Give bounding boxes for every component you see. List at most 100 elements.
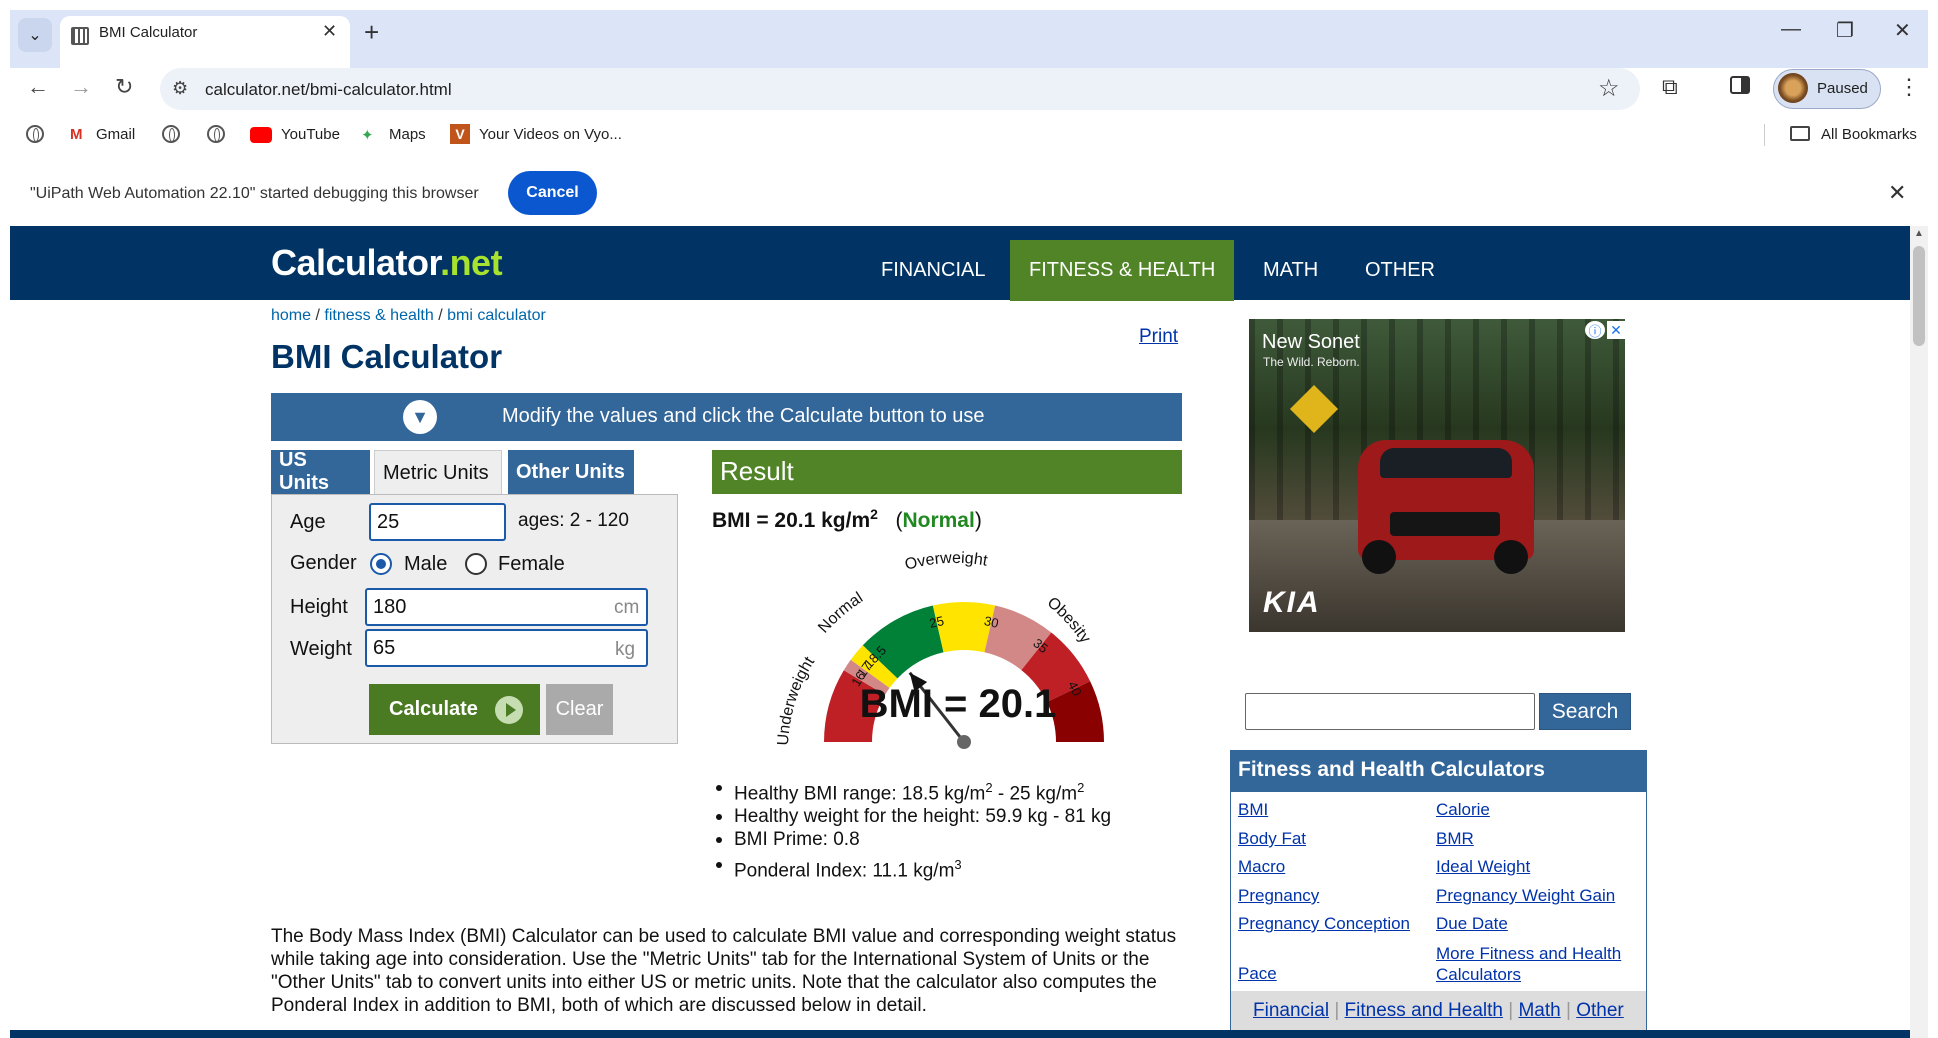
- ad-car-wheel: [1494, 540, 1528, 574]
- tab-us-units[interactable]: US Units: [271, 449, 370, 494]
- footer-link-financial[interactable]: Financial: [1253, 1000, 1329, 1021]
- scroll-up-arrow-icon[interactable]: ▲: [1914, 228, 1924, 239]
- cancel-debugging-button[interactable]: Cancel: [508, 171, 597, 215]
- gender-male-radio[interactable]: [370, 553, 392, 575]
- globe-icon[interactable]: [26, 125, 44, 143]
- breadcrumb-bmi[interactable]: bmi calculator: [447, 307, 546, 324]
- bmi-classification: Normal: [902, 509, 975, 532]
- link-macro[interactable]: Macro: [1238, 857, 1285, 877]
- healthy-range-text-2: - 25 kg/m: [992, 783, 1078, 805]
- kebab-menu-icon[interactable]: ⋮: [1898, 74, 1920, 100]
- extensions-puzzle-icon[interactable]: ⧉: [1662, 74, 1678, 100]
- link-pregnancy[interactable]: Pregnancy: [1238, 886, 1319, 906]
- breadcrumb: home / fitness & health / bmi calculator: [271, 307, 546, 325]
- tab-metric-units[interactable]: Metric Units: [374, 450, 502, 496]
- weight-input[interactable]: [365, 629, 648, 667]
- site-info-icon[interactable]: ⚙: [172, 78, 188, 99]
- link-pregnancy-weight-gain[interactable]: Pregnancy Weight Gain: [1436, 886, 1615, 906]
- site-search-input[interactable]: [1245, 693, 1535, 730]
- link-more-fitness[interactable]: More Fitness and Health Calculators: [1436, 943, 1636, 985]
- bookmark-maps[interactable]: Maps: [389, 126, 426, 143]
- gender-male-label[interactable]: Male: [404, 553, 447, 576]
- infobar-message: "UiPath Web Automation 22.10" started de…: [30, 185, 479, 202]
- ad-info-icon[interactable]: ⓘ: [1585, 321, 1605, 339]
- bmi-result-line: BMI = 20.1 kg/m2 (Normal): [712, 506, 982, 532]
- folder-icon: [1790, 126, 1810, 141]
- breadcrumb-home[interactable]: home: [271, 307, 311, 324]
- link-due-date[interactable]: Due Date: [1436, 914, 1508, 934]
- gauge-label-normal: Normal: [815, 589, 866, 636]
- tab-search-chevron-icon[interactable]: ⌄: [18, 18, 52, 52]
- breadcrumb-fitness[interactable]: fitness & health: [324, 307, 433, 324]
- infobar-close-icon[interactable]: ✕: [1888, 180, 1906, 206]
- gauge-bmi-text: BMI = 20.1: [860, 682, 1057, 726]
- reload-icon[interactable]: ↻: [115, 74, 133, 100]
- weight-unit: kg: [615, 639, 636, 660]
- nav-other[interactable]: OTHER: [1346, 240, 1454, 301]
- globe-icon[interactable]: [162, 125, 180, 143]
- back-arrow-icon[interactable]: ←: [27, 74, 49, 100]
- footer-link-math[interactable]: Math: [1518, 1000, 1560, 1021]
- scrollbar-thumb[interactable]: [1913, 246, 1925, 346]
- bookmark-vyond[interactable]: Your Videos on Vyo...: [479, 126, 622, 143]
- age-input[interactable]: [369, 503, 506, 541]
- play-arrow-icon[interactable]: [495, 696, 523, 724]
- ad-car-wheel: [1362, 540, 1396, 574]
- ad-headline: New Sonet: [1262, 331, 1360, 353]
- ad-car-grill: [1390, 512, 1500, 536]
- globe-icon[interactable]: [207, 125, 225, 143]
- gauge-pivot: [957, 735, 971, 749]
- window-close-icon[interactable]: ✕: [1894, 18, 1911, 43]
- clear-button[interactable]: Clear: [546, 684, 613, 735]
- url-text[interactable]: calculator.net/bmi-calculator.html: [205, 80, 452, 100]
- nav-fitness-health[interactable]: FITNESS & HEALTH: [1010, 240, 1235, 301]
- bookmark-star-icon[interactable]: ☆: [1598, 74, 1620, 103]
- nav-math[interactable]: MATH: [1244, 240, 1337, 301]
- age-label: Age: [290, 511, 326, 533]
- result-title: Result: [720, 456, 794, 486]
- list-item: Ponderal Index: 11.1 kg/m3: [714, 853, 1111, 882]
- bookmark-gmail[interactable]: Gmail: [96, 126, 135, 143]
- profile-avatar: [1778, 73, 1808, 103]
- gender-female-radio[interactable]: [465, 553, 487, 575]
- unit-sup: 3: [954, 857, 962, 873]
- link-calorie[interactable]: Calorie: [1436, 800, 1490, 820]
- ad-close-icon[interactable]: ✕: [1607, 321, 1625, 339]
- page-title: BMI Calculator: [271, 338, 503, 375]
- list-item: Healthy weight for the height: 59.9 kg -…: [714, 805, 1111, 828]
- minimize-icon[interactable]: —: [1781, 18, 1801, 41]
- tab-other-units[interactable]: Other Units: [508, 450, 634, 494]
- bookmark-youtube[interactable]: YouTube: [281, 126, 340, 143]
- footer-link-fitness[interactable]: Fitness and Health: [1345, 1000, 1503, 1021]
- restore-icon[interactable]: ❐: [1836, 18, 1854, 43]
- page-scrollbar[interactable]: [1910, 226, 1928, 1038]
- footer-link-other[interactable]: Other: [1576, 1000, 1624, 1021]
- nav-financial[interactable]: FINANCIAL: [862, 240, 1004, 301]
- svg-text:Normal: Normal: [815, 589, 866, 636]
- link-pace[interactable]: Pace: [1238, 964, 1277, 984]
- link-ideal-weight[interactable]: Ideal Weight: [1436, 857, 1530, 877]
- all-bookmarks[interactable]: All Bookmarks: [1821, 126, 1917, 143]
- print-link[interactable]: Print: [1139, 326, 1178, 348]
- fitness-calculators-title: Fitness and Health Calculators: [1238, 758, 1545, 781]
- height-input[interactable]: [365, 588, 648, 626]
- link-bmi[interactable]: BMI: [1238, 800, 1268, 820]
- tab-close-icon[interactable]: ✕: [322, 21, 337, 42]
- svg-text:Underweight: Underweight: [775, 654, 818, 746]
- link-body-fat[interactable]: Body Fat: [1238, 829, 1306, 849]
- new-tab-plus-icon[interactable]: +: [364, 17, 379, 48]
- link-bmr[interactable]: BMR: [1436, 829, 1474, 849]
- result-details-list: Healthy BMI range: 18.5 kg/m2 - 25 kg/m2…: [714, 776, 1111, 883]
- weight-label: Weight: [290, 638, 352, 660]
- link-separator: |: [1508, 1000, 1514, 1021]
- logo-net-text: .net: [440, 242, 503, 283]
- gauge-label-underweight: Underweight: [775, 654, 818, 746]
- search-button[interactable]: Search: [1539, 693, 1631, 730]
- link-pregnancy-conception[interactable]: Pregnancy Conception: [1238, 914, 1410, 934]
- site-logo[interactable]: Calculator.net: [271, 242, 503, 284]
- forward-arrow-icon[interactable]: →: [70, 74, 92, 100]
- gender-female-label[interactable]: Female: [498, 553, 565, 576]
- healthy-range-text: Healthy BMI range: 18.5 kg/m: [734, 783, 986, 805]
- side-panel-icon[interactable]: [1730, 76, 1750, 94]
- chevron-down-circle-icon[interactable]: ▼: [403, 400, 437, 434]
